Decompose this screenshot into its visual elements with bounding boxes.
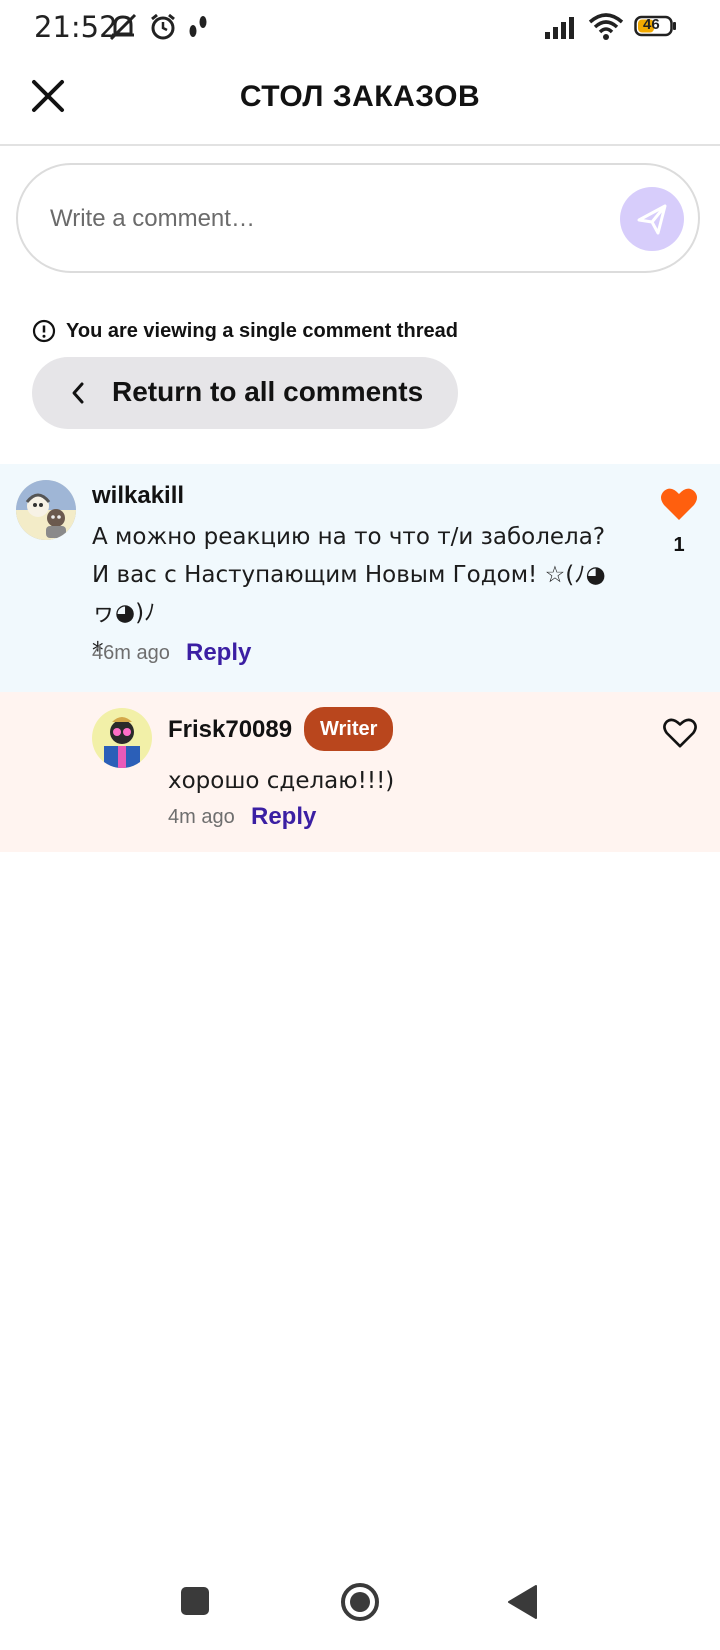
chevron-left-icon [72,382,84,404]
reply-button[interactable]: Reply [251,803,316,831]
reply-username[interactable]: Frisk70089 [168,716,292,744]
like-button[interactable] [662,716,698,755]
recents-square-icon [181,1587,209,1615]
navigation-bar [0,1560,720,1650]
home-circle-icon [341,1583,379,1621]
footsteps-icon [186,12,210,47]
comment-composer [16,163,700,273]
like-count: 1 [673,534,685,556]
heart-filled-icon [661,488,697,520]
header: СТОЛ ЗАКАЗОВ [0,54,720,146]
comment-input[interactable] [48,195,592,243]
comment-text: А можно реакцию на то что т/и заболела? … [92,524,606,664]
return-button-label: Return to all comments [112,376,424,407]
back-button[interactable] [506,1584,538,1625]
back-triangle-icon [508,1585,537,1619]
battery-level: 46 [643,16,660,33]
writer-badge: Writer [304,707,394,751]
status-bar: 21:52 46 [0,0,720,54]
comment-username[interactable]: wilkakill [92,482,184,510]
thread-notice-text: You are viewing a single comment thread [66,319,458,342]
page-title: СТОЛ ЗАКАЗОВ [239,80,481,113]
reply-button[interactable]: Reply [186,639,251,667]
muted-notifications-icon [106,12,140,47]
reply-item: Frisk70089 Writer хорошо сделаю!!!) 4m a… [0,692,720,852]
avatar[interactable] [92,708,152,768]
wifi-icon [588,12,624,45]
send-icon [637,204,667,235]
avatar[interactable] [16,480,76,540]
info-icon [32,319,56,343]
recents-button[interactable] [180,1586,210,1621]
comment-item: wilkakill А можно реакцию на то что т/и … [0,464,720,692]
reply-text: хорошо сделаю!!!) [168,768,395,794]
alarm-icon [148,12,178,47]
return-to-all-comments-button[interactable]: Return to all comments [32,357,458,429]
like-button[interactable] [660,486,698,527]
signal-icon [544,14,580,45]
home-button[interactable] [340,1582,380,1627]
send-button[interactable] [620,187,684,251]
comment-timestamp: 46m ago [92,642,170,664]
heart-outline-icon [663,718,697,748]
thread-notice: You are viewing a single comment thread [32,316,458,346]
reply-timestamp: 4m ago [168,806,235,828]
